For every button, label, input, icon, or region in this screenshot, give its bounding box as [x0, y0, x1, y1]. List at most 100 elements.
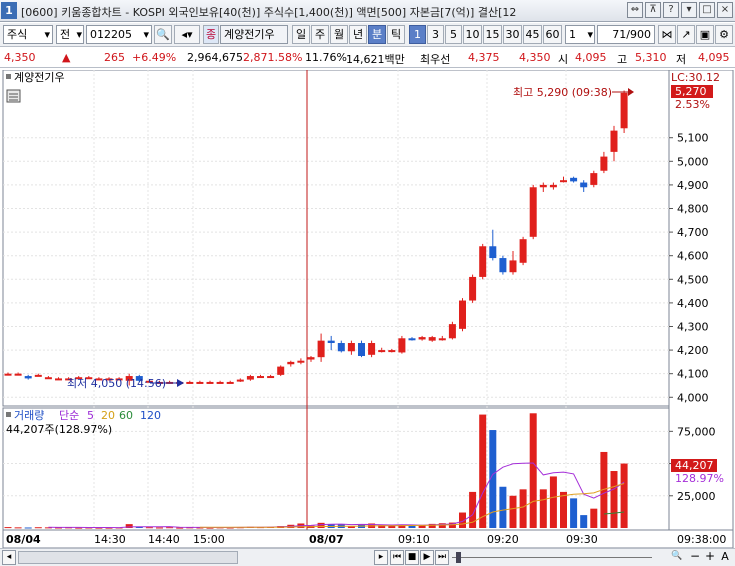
- crosshair-icon[interactable]: ↗: [677, 25, 695, 44]
- volume-ratio: 2,871.58%: [243, 51, 303, 64]
- stop-icon[interactable]: ■: [405, 550, 419, 565]
- close-icon[interactable]: ×: [717, 2, 733, 18]
- chart-tool-icon[interactable]: ⋈: [658, 25, 676, 44]
- price-tick-label: 5,100: [677, 132, 709, 145]
- price-panel[interactable]: [2, 70, 670, 407]
- maximize-icon[interactable]: □: [699, 2, 715, 18]
- x-tick-0920: 09:20: [487, 533, 519, 546]
- x-tick-date-1: 08/04: [6, 533, 41, 546]
- candle-body: [499, 258, 507, 273]
- volume-pct-tag: 128.97%: [675, 472, 724, 485]
- candle-body: [358, 343, 365, 356]
- candle-body: [590, 173, 598, 185]
- period-tick[interactable]: 틱: [387, 25, 405, 44]
- volume-tick-label: 25,000: [677, 490, 716, 503]
- interval-3[interactable]: 3: [427, 25, 444, 44]
- first-page-icon[interactable]: ⏮: [390, 550, 404, 565]
- zoom-out-icon[interactable]: −: [688, 550, 702, 565]
- pin-icon[interactable]: ⊼: [645, 2, 661, 18]
- high-label: 고: [617, 53, 628, 66]
- period-year[interactable]: 년: [349, 25, 367, 44]
- chevron-down-icon: ▾: [143, 28, 149, 41]
- stock-name-field[interactable]: 계양전기우: [220, 25, 288, 44]
- chevron-down-icon: ▾: [76, 28, 82, 41]
- interval-10[interactable]: 10: [463, 25, 482, 44]
- open-label: 시: [558, 53, 569, 66]
- stock-code-input[interactable]: 012205 ▾: [86, 25, 152, 44]
- candle-body: [4, 373, 12, 376]
- scroll-left-icon[interactable]: ◂: [2, 550, 16, 565]
- search-icon[interactable]: 🔍: [154, 25, 172, 44]
- interval-15[interactable]: 15: [483, 25, 502, 44]
- period-day[interactable]: 일: [292, 25, 310, 44]
- candle-body: [560, 180, 567, 183]
- scroll-right-icon[interactable]: ▸: [374, 550, 388, 565]
- toolbar: 주식 ▾ 전 ▾ 012205 ▾ 🔍 ◂▾ 종 계양전기우 일 주 월 년 분 틱 …: [0, 23, 735, 47]
- low-price: 4,095: [698, 51, 730, 64]
- change-percent: +6.49%: [132, 51, 177, 64]
- mode-select[interactable]: 전 ▾: [56, 25, 84, 44]
- market-select[interactable]: 주식 ▾: [3, 25, 53, 44]
- auto-scale-icon[interactable]: A: [718, 550, 732, 565]
- candle-body: [378, 350, 386, 353]
- candle-body: [257, 376, 264, 379]
- period-week[interactable]: 주: [311, 25, 329, 44]
- stock-type-icon[interactable]: 종: [203, 25, 219, 44]
- period-minute[interactable]: 분: [368, 25, 386, 44]
- zoom-slider-track[interactable]: [452, 557, 652, 558]
- unit-input[interactable]: 1 ▾: [565, 25, 595, 44]
- chart-area[interactable]: 계양전기우 거래량 단순 5 20 60 120 44,207주(128.97%…: [0, 70, 735, 548]
- interval-5[interactable]: 5: [445, 25, 462, 44]
- minimize-icon[interactable]: ▾: [681, 2, 697, 18]
- chevron-down-icon: ▾: [587, 28, 593, 41]
- open-price: 4,095: [575, 51, 607, 64]
- volume-bar: [4, 527, 12, 529]
- candle-body: [448, 324, 456, 339]
- candle-body: [398, 338, 406, 353]
- interval-60[interactable]: 60: [543, 25, 562, 44]
- price-tick-label: 4,400: [677, 297, 709, 310]
- x-tick-1430: 14:30: [94, 533, 126, 546]
- interval-45[interactable]: 45: [523, 25, 542, 44]
- period-month[interactable]: 월: [330, 25, 348, 44]
- candle-body: [267, 376, 275, 379]
- volume-bar: [529, 413, 537, 528]
- candle-body: [34, 374, 42, 377]
- help-icon[interactable]: ?: [663, 2, 679, 18]
- ma-period-60: 60: [119, 409, 133, 422]
- volume-bar: [509, 495, 517, 528]
- x-tick-last-time: 09:38:00: [677, 533, 726, 546]
- stock-code-value: 012205: [90, 28, 132, 41]
- ma-period-20: 20: [101, 409, 115, 422]
- chevron-down-icon: ▾: [44, 28, 50, 41]
- interval-1[interactable]: 1: [409, 25, 426, 44]
- high-annotation-text: 최고 5,290 (09:38): [513, 86, 612, 99]
- link-icon[interactable]: ⇔: [627, 2, 643, 18]
- scroll-track[interactable]: [18, 551, 238, 564]
- candle-body: [529, 187, 537, 237]
- interval-30[interactable]: 30: [503, 25, 522, 44]
- candle-body: [216, 381, 224, 384]
- bar-count-field[interactable]: 71/900: [597, 25, 655, 44]
- volume-bar: [166, 527, 174, 529]
- zoom-icon[interactable]: 🔍: [670, 550, 684, 565]
- price-tick-label: 5,000: [677, 155, 709, 168]
- speaker-icon[interactable]: ◂▾: [174, 25, 200, 44]
- window-number-badge[interactable]: 1: [1, 2, 17, 19]
- play-icon[interactable]: ▶: [420, 550, 434, 565]
- save-icon[interactable]: ▣: [696, 25, 714, 44]
- gear-icon[interactable]: ⚙: [715, 25, 733, 44]
- zoom-in-icon[interactable]: +: [703, 550, 717, 565]
- candle-body: [327, 340, 335, 344]
- price-tick-label: 4,800: [677, 203, 709, 216]
- last-pct-tag: 2.53%: [675, 98, 710, 111]
- volume-legend-title: 거래량: [14, 409, 44, 422]
- price-tick-label: 4,900: [677, 179, 709, 192]
- price-info-bar: 4,350 ▲ 265 +6.49% 2,964,675 2,871.58% 1…: [0, 48, 735, 68]
- low-label: 저: [676, 53, 687, 66]
- volume-bar: [590, 508, 598, 528]
- zoom-slider-handle[interactable]: [456, 552, 461, 563]
- volume-bar: [145, 527, 153, 529]
- candle-body: [246, 376, 254, 380]
- last-page-icon[interactable]: ⏭: [435, 550, 449, 565]
